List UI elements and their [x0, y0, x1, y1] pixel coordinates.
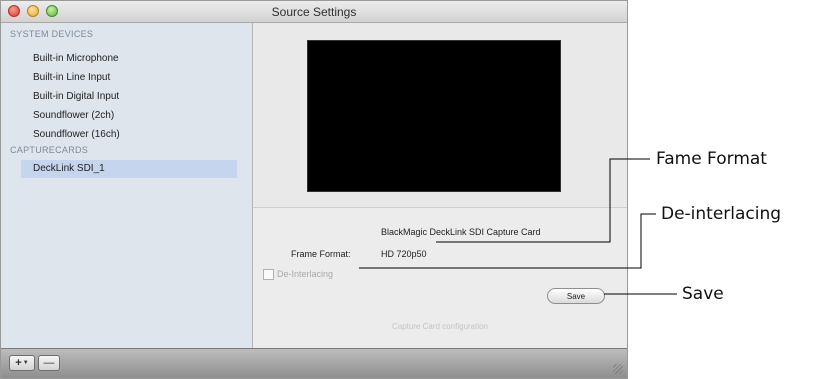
section-header-capturecards: CAPTURECARDS — [10, 145, 89, 155]
resize-grip-icon[interactable] — [613, 364, 623, 374]
callout-frame-format: Fame Format — [656, 149, 767, 169]
source-item-built-in-line-input[interactable]: Built-in Line Input — [33, 72, 110, 83]
remove-source-button[interactable]: — — [38, 355, 60, 371]
deinterlacing-label[interactable]: De-Interlacing — [277, 269, 333, 279]
section-header-system-devices: SYSTEM DEVICES — [10, 29, 94, 39]
source-item-soundflower-2ch[interactable]: Soundflower (2ch) — [33, 110, 114, 121]
bottom-toolbar: +▼ — — [1, 348, 627, 378]
callout-deinterlacing: De-interlacing — [661, 204, 782, 224]
preview-area — [253, 23, 627, 208]
chevron-down-icon: ▼ — [22, 360, 29, 366]
source-settings-panel: BlackMagic DeckLink SDI Capture Card Fra… — [253, 23, 627, 348]
source-item-built-in-digital-input[interactable]: Built-in Digital Input — [33, 91, 119, 102]
title-bar[interactable]: Source Settings — [1, 1, 627, 23]
save-button[interactable]: Save — [547, 288, 605, 304]
source-item-soundflower-16ch[interactable]: Soundflower (16ch) — [33, 129, 120, 140]
frame-format-label: Frame Format: — [291, 249, 351, 259]
capture-card-name: BlackMagic DeckLink SDI Capture Card — [381, 227, 541, 237]
callout-save: Save — [682, 284, 724, 304]
source-item-built-in-microphone[interactable]: Built-in Microphone — [33, 53, 119, 64]
capture-card-configuration-text: Capture Card configuration — [391, 322, 489, 331]
source-item-decklink-sdi-1[interactable]: DeckLink SDI_1 — [21, 160, 237, 178]
source-settings-window: Source Settings SYSTEM DEVICES Built-in … — [0, 0, 628, 379]
plus-label: + — [15, 357, 22, 369]
deinterlacing-checkbox[interactable] — [263, 269, 274, 280]
frame-format-value: HD 720p50 — [381, 249, 427, 259]
source-list-sidebar: SYSTEM DEVICES Built-in Microphone Built… — [1, 23, 253, 348]
video-preview — [307, 40, 561, 192]
add-source-button[interactable]: +▼ — [9, 355, 35, 371]
window-title: Source Settings — [271, 5, 357, 19]
